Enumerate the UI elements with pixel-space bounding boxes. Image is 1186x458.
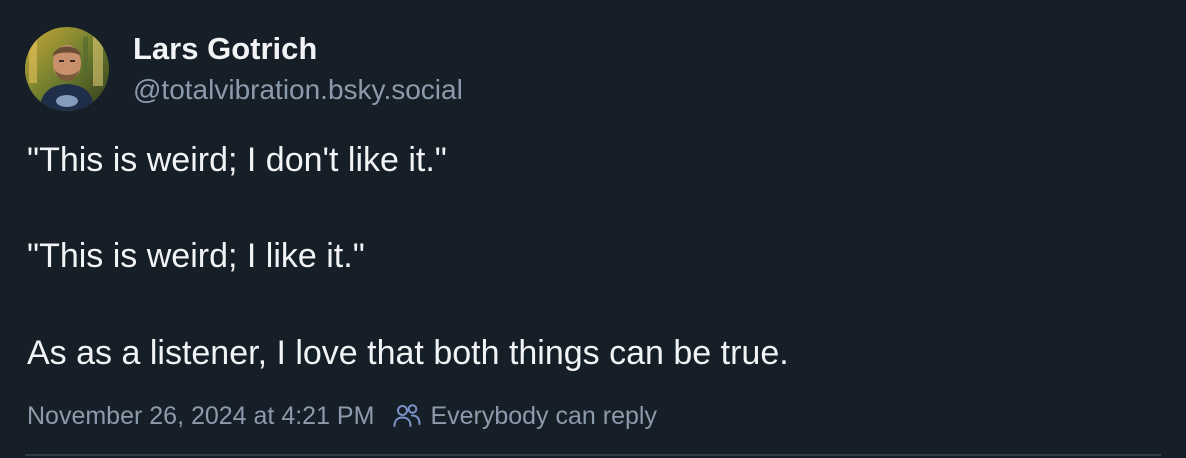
divider	[25, 454, 1161, 456]
avatar-image	[25, 27, 109, 111]
post-card: Lars Gotrich @totalvibration.bsky.social…	[0, 0, 1186, 458]
post-text-line: "This is weird; I don't like it."	[27, 141, 447, 179]
reply-setting[interactable]: Everybody can reply	[392, 401, 657, 431]
avatar[interactable]	[25, 27, 109, 111]
people-icon	[392, 401, 422, 431]
post-text-line: "This is weird; I like it."	[27, 237, 365, 275]
post-meta: November 26, 2024 at 4:21 PM Everybody c…	[27, 399, 657, 433]
post-timestamp[interactable]: November 26, 2024 at 4:21 PM	[27, 402, 374, 431]
post-text-line: As as a listener, I love that both thing…	[27, 334, 789, 372]
author-handle[interactable]: @totalvibration.bsky.social	[133, 73, 463, 107]
reply-setting-label: Everybody can reply	[430, 401, 657, 430]
author-display-name[interactable]: Lars Gotrich	[133, 31, 317, 67]
